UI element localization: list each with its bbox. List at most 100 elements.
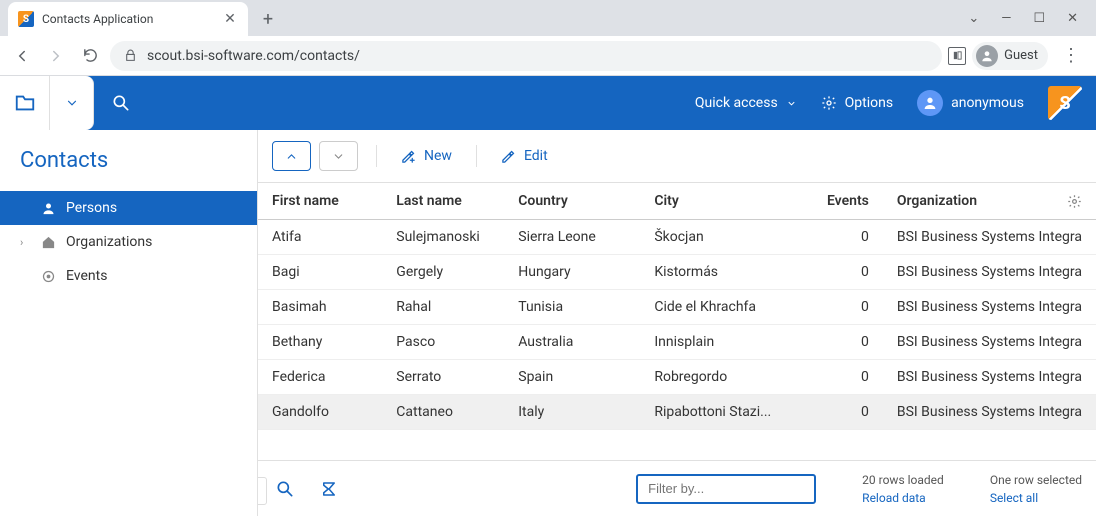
app-header: Quick access Options anonymous S xyxy=(0,76,1096,130)
reload-data-link[interactable]: Reload data xyxy=(862,491,944,505)
table-row[interactable]: FedericaSerratoSpainRobregordo0BSI Busin… xyxy=(258,360,1096,395)
forward-button[interactable] xyxy=(42,42,70,70)
gear-icon xyxy=(821,95,837,111)
sidebar-item-label: Organizations xyxy=(66,234,152,250)
cell-last: Pasco xyxy=(382,325,504,360)
url-field[interactable]: scout.bsi-software.com/contacts/ xyxy=(110,41,942,71)
cell-city: Cide el Khrachfa xyxy=(640,290,813,325)
header-search-button[interactable] xyxy=(94,76,148,130)
cell-events: 0 xyxy=(813,360,883,395)
separator xyxy=(476,145,477,167)
guest-avatar-icon xyxy=(976,45,998,67)
cell-first: Federica xyxy=(258,360,382,395)
col-first-name[interactable]: First name xyxy=(258,183,382,220)
table-row[interactable]: BagiGergelyHungaryKistormás0BSI Business… xyxy=(258,255,1096,290)
col-country[interactable]: Country xyxy=(504,183,640,220)
table-row[interactable]: AtifaSulejmanoskiSierra LeoneŠkocjan0BSI… xyxy=(258,220,1096,255)
person-icon xyxy=(40,201,56,216)
cell-country: Sierra Leone xyxy=(504,220,640,255)
outline-menu-button[interactable] xyxy=(50,76,94,130)
cell-last: Gergely xyxy=(382,255,504,290)
address-bar: scout.bsi-software.com/contacts/ Guest ⋮ xyxy=(0,36,1096,76)
content-area: Contacts Persons › Organizations xyxy=(0,130,1096,516)
sidebar-item-persons[interactable]: Persons xyxy=(0,191,257,225)
cell-org: BSI Business Systems Integra xyxy=(883,255,1096,290)
reload-button[interactable] xyxy=(76,42,104,70)
browser-tab[interactable]: S Contacts Application ✕ xyxy=(8,2,248,36)
cell-org: BSI Business Systems Integra xyxy=(883,360,1096,395)
home-icon xyxy=(40,235,56,250)
header-right: Quick access Options anonymous S xyxy=(695,76,1096,130)
persons-table: First name Last name Country City Events… xyxy=(258,183,1096,430)
cell-last: Cattaneo xyxy=(382,395,504,430)
table-footer: ‹ 20 rows loaded Reload data One row sel… xyxy=(258,460,1096,516)
user-menu[interactable]: anonymous xyxy=(917,90,1024,116)
extensions-icon[interactable] xyxy=(948,47,966,65)
cell-last: Sulejmanoski xyxy=(382,220,504,255)
footer-search-button[interactable] xyxy=(272,479,298,499)
filter-input[interactable] xyxy=(636,474,816,504)
table-row[interactable]: BethanyPascoAustraliaInnisplain0BSI Busi… xyxy=(258,325,1096,360)
sidebar-item-label: Persons xyxy=(66,200,117,216)
nav-list: Persons › Organizations Events xyxy=(0,185,257,293)
user-avatar-icon xyxy=(917,90,943,116)
outline-button[interactable] xyxy=(0,76,50,130)
new-button[interactable]: New xyxy=(395,148,458,164)
cell-country: Australia xyxy=(504,325,640,360)
sidebar-item-events[interactable]: Events xyxy=(0,259,257,293)
quick-access-label: Quick access xyxy=(695,95,778,111)
close-window-icon[interactable]: ✕ xyxy=(1067,11,1078,26)
expand-icon[interactable]: › xyxy=(20,236,30,249)
browser-chrome: S Contacts Application ✕ + ⌄ — ☐ ✕ scout… xyxy=(0,0,1096,76)
nav-down-button[interactable] xyxy=(319,141,358,171)
options-menu[interactable]: Options xyxy=(821,95,893,111)
table-container: First name Last name Country City Events… xyxy=(258,182,1096,460)
window-controls: ⌄ — ☐ ✕ xyxy=(968,0,1096,36)
browser-menu-icon[interactable]: ⋮ xyxy=(1054,45,1088,66)
cell-events: 0 xyxy=(813,325,883,360)
collapse-sidebar-button[interactable]: ‹ xyxy=(258,477,267,505)
toolbar: New Edit xyxy=(258,130,1096,182)
cell-events: 0 xyxy=(813,220,883,255)
cell-city: Ripabottoni Stazi... xyxy=(640,395,813,430)
favicon-icon: S xyxy=(18,11,34,27)
col-last-name[interactable]: Last name xyxy=(382,183,504,220)
separator xyxy=(376,145,377,167)
edit-button[interactable]: Edit xyxy=(495,148,554,164)
pencil-plus-icon xyxy=(401,149,416,164)
close-tab-icon[interactable]: ✕ xyxy=(222,11,238,27)
table-row[interactable]: BasimahRahalTunisiaCide el Khrachfa0BSI … xyxy=(258,290,1096,325)
tab-title: Contacts Application xyxy=(42,12,214,26)
lock-icon xyxy=(124,49,137,62)
new-tab-button[interactable]: + xyxy=(254,5,282,33)
minimize-icon[interactable]: — xyxy=(1001,11,1011,26)
aggregate-button[interactable] xyxy=(316,480,342,498)
profile-chip[interactable]: Guest xyxy=(972,42,1048,70)
maximize-icon[interactable]: ☐ xyxy=(1033,11,1045,26)
rows-loaded-label: 20 rows loaded xyxy=(862,473,944,487)
col-city[interactable]: City xyxy=(640,183,813,220)
app-logo-icon[interactable]: S xyxy=(1048,86,1082,120)
sidebar-item-organizations[interactable]: › Organizations xyxy=(0,225,257,259)
nav-up-button[interactable] xyxy=(272,141,311,171)
back-button[interactable] xyxy=(8,42,36,70)
cell-first: Gandolfo xyxy=(258,395,382,430)
table-settings-button[interactable] xyxy=(1053,183,1096,220)
cell-events: 0 xyxy=(813,255,883,290)
cell-city: Kistormás xyxy=(640,255,813,290)
quick-access-menu[interactable]: Quick access xyxy=(695,95,797,111)
cell-city: Škocjan xyxy=(640,220,813,255)
cell-city: Innisplain xyxy=(640,325,813,360)
cell-country: Spain xyxy=(504,360,640,395)
chevron-down-icon[interactable]: ⌄ xyxy=(968,11,979,26)
table-row[interactable]: GandolfoCattaneoItalyRipabottoni Stazi..… xyxy=(258,395,1096,430)
cell-country: Italy xyxy=(504,395,640,430)
cell-org: BSI Business Systems Integra xyxy=(883,325,1096,360)
sidebar-item-label: Events xyxy=(66,268,107,284)
select-all-link[interactable]: Select all xyxy=(990,491,1082,505)
selected-label: One row selected xyxy=(990,473,1082,487)
guest-label: Guest xyxy=(1004,48,1038,63)
username-label: anonymous xyxy=(951,95,1024,111)
col-organization[interactable]: Organization xyxy=(883,183,1053,220)
col-events[interactable]: Events xyxy=(813,183,883,220)
